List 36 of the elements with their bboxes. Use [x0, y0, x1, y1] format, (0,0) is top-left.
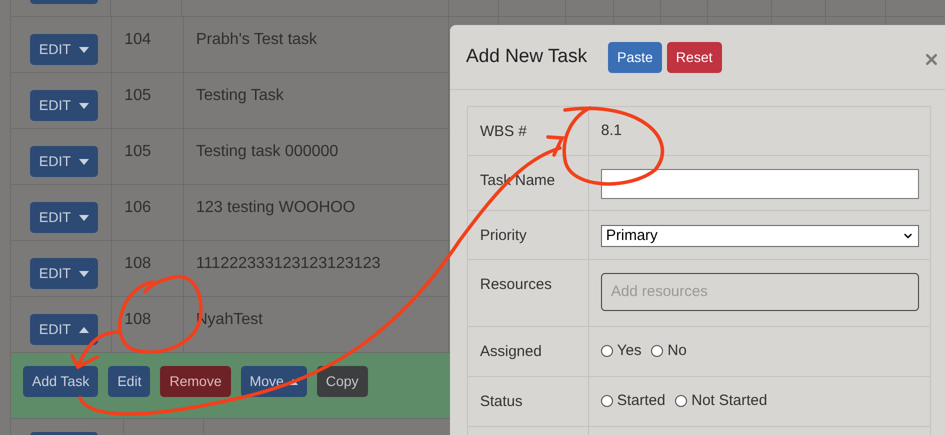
task-id: 108	[124, 311, 152, 328]
wbs-value: 8.1	[601, 121, 622, 141]
edit-dropdown-button[interactable]: EDIT	[30, 202, 98, 233]
edit-dropdown-button[interactable]: EDIT	[30, 314, 98, 345]
task-name: Prabh's Test task	[196, 31, 318, 48]
action-button[interactable]: Remove	[160, 366, 231, 397]
task-id: 106	[124, 199, 152, 216]
radio-option[interactable]: No	[651, 340, 687, 362]
modal-button[interactable]: Reset	[666, 42, 722, 72]
action-button[interactable]: Edit	[108, 366, 150, 397]
action-button[interactable]: Add Task	[23, 366, 98, 397]
field-label: Priority	[480, 227, 527, 244]
field-label: Resources	[480, 276, 552, 293]
action-button[interactable]: Copy	[316, 366, 368, 397]
radio-option[interactable]: Started	[601, 390, 666, 412]
task-name: 123 testing WOOHOO	[196, 199, 356, 216]
task-id: 108	[124, 255, 152, 272]
task-id: 105	[124, 87, 152, 104]
edit-dropdown-button[interactable]: EDIT	[30, 34, 98, 65]
edit-dropdown-button[interactable]: EDIT	[30, 90, 98, 121]
task-name: 111222333123123123123	[196, 255, 380, 272]
modal-button[interactable]: Paste	[608, 42, 662, 72]
edit-dropdown-button[interactable]: EDIT	[30, 258, 98, 289]
task-name-input[interactable]	[601, 169, 919, 199]
priority-select[interactable]: Primary	[601, 225, 919, 247]
modal-title: Add New Task	[466, 44, 588, 69]
field-label: Assigned	[480, 343, 542, 360]
task-name: Testing task 000000	[196, 143, 338, 160]
task-name: Testing Task	[196, 87, 284, 104]
radio-option[interactable]: Yes	[601, 340, 642, 362]
field-label: WBS #	[480, 123, 527, 140]
radio-option[interactable]: Not Started	[675, 390, 768, 412]
field-label: Status	[480, 393, 523, 410]
task-id: 104	[124, 31, 152, 48]
task-id: 105	[124, 143, 152, 160]
edit-dropdown-button[interactable]: EDIT	[30, 146, 98, 177]
